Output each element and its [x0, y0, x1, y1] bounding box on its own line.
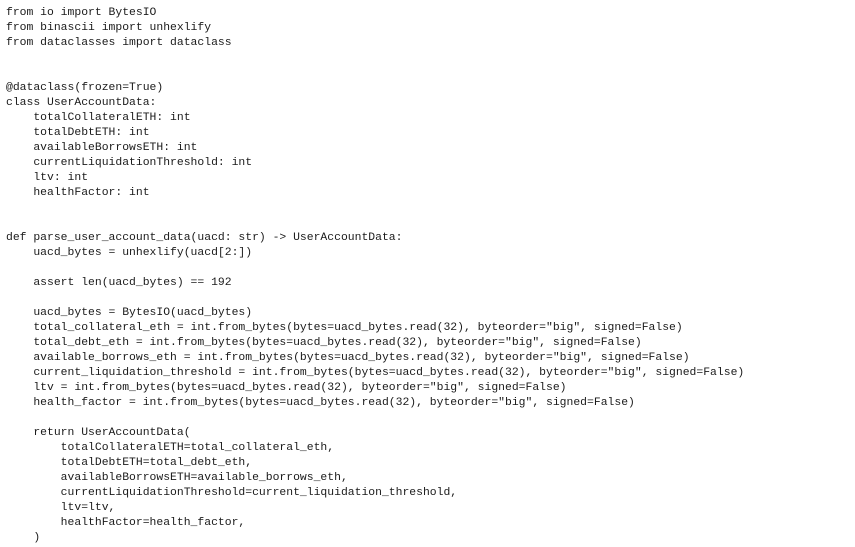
- code-line: ltv: int: [6, 172, 89, 184]
- code-line: from binascii import unhexlify: [6, 22, 212, 34]
- code-line: currentLiquidationThreshold=current_liqu…: [6, 487, 458, 499]
- code-line: ltv=ltv,: [6, 502, 116, 514]
- code-line: total_debt_eth = int.from_bytes(bytes=ua…: [6, 337, 642, 349]
- code-line: currentLiquidationThreshold: int: [6, 157, 253, 169]
- code-line: availableBorrowsETH: int: [6, 142, 198, 154]
- code-line: def parse_user_account_data(uacd: str) -…: [6, 232, 403, 244]
- code-line: uacd_bytes = unhexlify(uacd[2:]): [6, 247, 253, 259]
- code-line: totalCollateralETH=total_collateral_eth,: [6, 442, 335, 454]
- code-line: healthFactor: int: [6, 187, 150, 199]
- code-line: availableBorrowsETH=available_borrows_et…: [6, 472, 348, 484]
- code-line: return UserAccountData(: [6, 427, 191, 439]
- code-line: health_factor = int.from_bytes(bytes=uac…: [6, 397, 635, 409]
- code-line: healthFactor=health_factor,: [6, 517, 246, 529]
- code-line: totalCollateralETH: int: [6, 112, 191, 124]
- code-line: current_liquidation_threshold = int.from…: [6, 367, 745, 379]
- code-line: ltv = int.from_bytes(bytes=uacd_bytes.re…: [6, 382, 567, 394]
- code-line: @dataclass(frozen=True): [6, 82, 164, 94]
- code-line: from io import BytesIO: [6, 7, 157, 19]
- code-line: uacd_bytes = BytesIO(uacd_bytes): [6, 307, 253, 319]
- code-line: totalDebtETH=total_debt_eth,: [6, 457, 253, 469]
- python-source-code[interactable]: from io import BytesIO from binascii impo…: [6, 6, 855, 546]
- code-line: available_borrows_eth = int.from_bytes(b…: [6, 352, 690, 364]
- code-line: total_collateral_eth = int.from_bytes(by…: [6, 322, 683, 334]
- code-line: class UserAccountData:: [6, 97, 157, 109]
- code-line: ): [6, 532, 41, 544]
- code-line: assert len(uacd_bytes) == 192: [6, 277, 232, 289]
- code-line: totalDebtETH: int: [6, 127, 150, 139]
- code-listing-container: from io import BytesIO from binascii impo…: [0, 0, 855, 547]
- code-line: from dataclasses import dataclass: [6, 37, 232, 49]
